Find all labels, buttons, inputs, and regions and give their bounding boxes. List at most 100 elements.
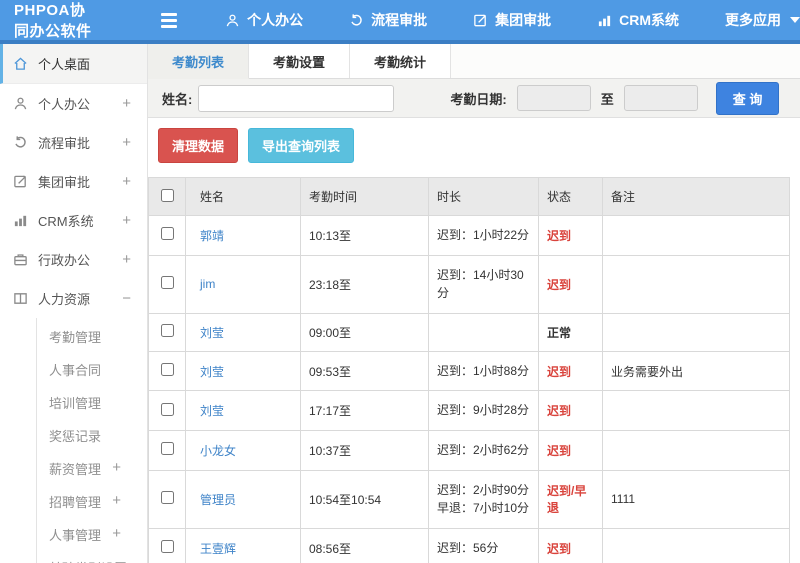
attendance-time-cell: 09:00至 <box>300 312 429 352</box>
name-filter-input[interactable] <box>198 84 395 112</box>
nav-more-apps[interactable]: 更多应用 <box>725 10 800 30</box>
hamburger-menu-icon[interactable] <box>161 12 178 28</box>
status-badge: 迟到 <box>547 277 572 292</box>
name-filter-label: 姓名: <box>162 91 193 107</box>
status-cell: 正常 <box>538 312 603 352</box>
sidebar-subitem-reward-punishment[interactable]: 奖惩记录 <box>37 419 147 452</box>
nav-personal-office[interactable]: 个人办公 <box>225 10 303 30</box>
status-badge: 迟到 <box>547 228 572 243</box>
employee-name-link[interactable]: 刘莹 <box>200 326 224 340</box>
sidebar-item-administrative-office[interactable]: 行政办公 + <box>0 240 147 279</box>
sidebar-subitem-salary-management[interactable]: 薪资管理 + <box>37 452 147 485</box>
export-query-list-button[interactable]: 导出查询列表 <box>248 128 355 163</box>
employee-name-link[interactable]: 刘莹 <box>200 365 224 379</box>
sidebar-item-label: 人力资源 <box>38 292 91 307</box>
note-cell <box>602 390 790 431</box>
sidebar-item-label: 集团审批 <box>38 175 91 190</box>
row-checkbox[interactable] <box>160 402 174 416</box>
nav-label: 集团审批 <box>495 12 552 28</box>
duration-cell: 迟到：2小时62分 <box>428 429 539 471</box>
date-filter-label: 考勤日期: <box>450 91 507 107</box>
sidebar-item-label: CRM系统 <box>38 214 94 229</box>
nav-crm-system[interactable]: CRM系统 <box>597 10 679 30</box>
duration-cell: 迟到：9小时28分 <box>428 390 539 431</box>
date-from-input[interactable] <box>516 85 591 111</box>
tab-attendance-settings[interactable]: 考勤设置 <box>249 44 351 78</box>
sidebar-subitem-personnel-contract[interactable]: 人事合同 <box>37 353 147 386</box>
expand-plus-icon[interactable]: + <box>112 492 121 509</box>
main-content: 考勤列表 考勤设置 考勤统计 姓名: 考勤日期: 至 查 询 清理数据 导出查询… <box>148 44 800 563</box>
sidebar: 个人桌面 个人办公 + 流程审批 + 集团审批 + CRM系统 + 行政办公 +… <box>0 44 148 563</box>
tab-bar: 考勤列表 考勤设置 考勤统计 <box>148 44 800 79</box>
date-to-label: 至 <box>600 91 614 107</box>
table-header-row: 姓名 考勤时间 时长 状态 备注 <box>148 177 790 216</box>
expand-plus-icon[interactable]: + <box>112 525 121 542</box>
status-cell: 迟到 <box>538 429 603 471</box>
duration-cell: 迟到：14小时30分 <box>428 254 539 314</box>
briefcase-icon <box>13 252 28 267</box>
row-checkbox[interactable] <box>160 363 174 377</box>
expand-plus-icon[interactable]: + <box>122 134 131 151</box>
sidebar-item-personal-office[interactable]: 个人办公 + <box>0 84 147 123</box>
sidebar-subitem-training-management[interactable]: 培训管理 <box>37 386 147 419</box>
tab-attendance-statistics[interactable]: 考勤统计 <box>350 44 452 78</box>
row-checkbox[interactable] <box>160 276 174 290</box>
employee-name-link[interactable]: 管理员 <box>200 493 236 507</box>
expand-plus-icon[interactable]: + <box>112 459 121 476</box>
row-checkbox[interactable] <box>160 540 174 554</box>
status-badge: 迟到 <box>547 443 572 458</box>
select-all-checkbox[interactable] <box>160 188 174 202</box>
employee-name-link[interactable]: 小龙女 <box>200 444 236 458</box>
collapse-minus-icon[interactable]: − <box>122 290 131 307</box>
table-row: jim 23:18至 迟到：14小时30分 迟到 <box>148 254 790 314</box>
top-navigation: 个人办公 流程审批 集团审批 CRM系统 更多应用 <box>225 10 800 30</box>
employee-name-link[interactable]: 王壹辉 <box>200 542 236 556</box>
expand-plus-icon[interactable]: + <box>122 251 131 268</box>
employee-name-link[interactable]: 郭靖 <box>200 229 224 243</box>
tab-attendance-list[interactable]: 考勤列表 <box>148 44 250 79</box>
sidebar-item-label: 行政办公 <box>38 253 91 268</box>
duration-cell: 迟到：1小时22分 <box>428 215 539 256</box>
date-to-input[interactable] <box>623 85 698 111</box>
expand-plus-icon[interactable]: + <box>122 212 131 229</box>
sidebar-item-human-resources[interactable]: 人力资源 − <box>0 279 147 318</box>
status-badge: 迟到 <box>547 404 572 419</box>
row-checkbox[interactable] <box>160 491 174 505</box>
nav-group-approval[interactable]: 集团审批 <box>473 10 551 30</box>
employee-name-link[interactable]: jim <box>200 277 215 291</box>
status-cell: 迟到 <box>538 254 603 314</box>
nav-workflow-approval[interactable]: 流程审批 <box>349 10 427 30</box>
attendance-time-cell: 08:56至 <box>300 527 429 563</box>
row-checkbox[interactable] <box>160 227 174 241</box>
clean-data-button[interactable]: 清理数据 <box>158 128 239 163</box>
expand-plus-icon[interactable]: + <box>122 95 131 112</box>
employee-name-link[interactable]: 刘莹 <box>200 404 224 418</box>
sidebar-subitem-basic-category-settings[interactable]: 基础类别设置 + <box>37 551 147 563</box>
status-badge: 正常 <box>547 325 572 340</box>
table-row: 王壹辉 08:56至 迟到：56分 迟到 <box>148 527 790 563</box>
expand-plus-icon[interactable]: + <box>122 173 131 190</box>
sidebar-subitem-personnel-management[interactable]: 人事管理 + <box>37 518 147 551</box>
bar-chart-icon <box>597 13 612 28</box>
duration-cell: 迟到：2小时90分 早退：7小时10分 <box>428 469 539 529</box>
row-checkbox[interactable] <box>160 324 174 338</box>
row-checkbox[interactable] <box>160 442 174 456</box>
sidebar-item-group-approval[interactable]: 集团审批 + <box>0 162 147 201</box>
note-cell <box>602 527 790 563</box>
sidebar-item-workflow-approval[interactable]: 流程审批 + <box>0 123 147 162</box>
query-button[interactable]: 查 询 <box>715 81 780 115</box>
duration-cell <box>428 312 539 352</box>
sidebar-item-crm-system[interactable]: CRM系统 + <box>0 201 147 240</box>
note-cell: 1111 <box>602 469 790 529</box>
sidebar-subitem-attendance-management[interactable]: 考勤管理 <box>37 320 147 353</box>
note-cell <box>602 429 790 471</box>
status-badge: 迟到 <box>547 541 572 556</box>
sidebar-item-personal-desktop[interactable]: 个人桌面 <box>0 44 147 84</box>
expand-plus-icon[interactable]: + <box>112 558 121 563</box>
sidebar-subitem-label: 考勤管理 <box>49 330 102 345</box>
sidebar-subitem-label: 招聘管理 <box>49 495 102 510</box>
sidebar-hr-submenu: 考勤管理 人事合同 培训管理 奖惩记录 薪资管理 + 招聘管理 + 人事管理 + <box>36 318 147 563</box>
sidebar-item-label: 个人办公 <box>38 97 91 112</box>
filter-bar: 姓名: 考勤日期: 至 查 询 <box>148 79 800 118</box>
sidebar-subitem-recruitment-management[interactable]: 招聘管理 + <box>37 485 147 518</box>
